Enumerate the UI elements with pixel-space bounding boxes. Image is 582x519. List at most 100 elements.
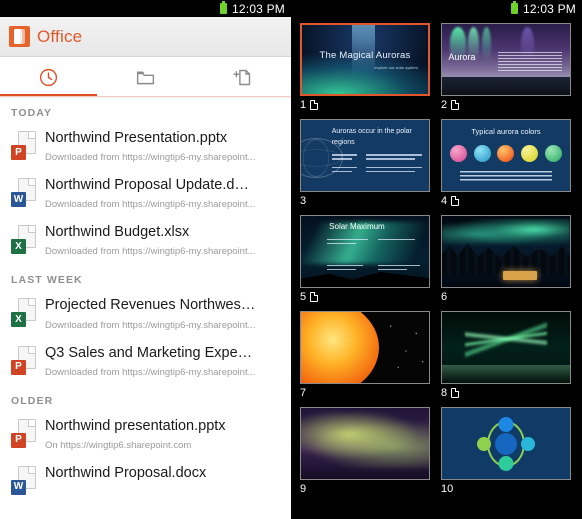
notes-page-icon	[451, 388, 460, 398]
slide-meta: 8	[441, 384, 571, 400]
office-file-list-panel: 12:03 PM Office TODAY P Northwind Presen…	[0, 0, 291, 519]
slide-thumbnail-6[interactable]	[441, 215, 571, 288]
section-header-today: TODAY	[11, 107, 53, 119]
slide-row: 7 8	[291, 311, 582, 400]
slide-meta: 10	[441, 480, 571, 496]
slide-thumbnail-2[interactable]: Aurora	[441, 23, 571, 96]
section-header-older: OLDER	[11, 394, 54, 407]
status-bar-right: 12:03 PM	[291, 0, 582, 17]
slide-row: 9 10	[291, 407, 582, 496]
file-subtitle: Downloaded from https://wingtip6-my.shar…	[45, 319, 256, 331]
notes-page-icon	[310, 292, 319, 302]
slide-meta: 3	[300, 192, 430, 208]
powerpoint-file-icon: P	[11, 418, 36, 448]
slide-cell[interactable]: 7	[300, 311, 430, 400]
file-name: Q3 Sales and Marketing Expe…	[45, 344, 253, 361]
slide-number: 1	[300, 98, 307, 111]
office-logo-icon	[9, 26, 30, 47]
status-bar-clock: 12:03 PM	[523, 1, 576, 16]
slide-sorter-panel: 12:03 PM The Magical Auroras explore our…	[291, 0, 582, 519]
slide-number: 3	[300, 194, 307, 207]
slide-number: 7	[300, 386, 307, 399]
slide-number: 4	[441, 194, 448, 207]
notes-page-icon	[310, 100, 319, 110]
list-item[interactable]: P Northwind presentation.pptx On https:/…	[0, 412, 291, 459]
slide-5-title: Solar Maximum	[329, 222, 385, 232]
word-file-icon: W	[11, 178, 36, 208]
slide-meta: 7	[300, 384, 430, 400]
slide-thumbnail-10[interactable]	[441, 407, 571, 480]
slide-cell[interactable]: Typical aurora colors 4	[441, 119, 571, 208]
slide-cell[interactable]: Aurora 2	[441, 23, 571, 112]
tab-bar	[0, 57, 291, 98]
battery-icon	[220, 1, 228, 14]
list-item[interactable]: P Q3 Sales and Marketing Expe… Downloade…	[0, 339, 291, 386]
folder-icon	[136, 71, 155, 84]
app-screen: 12:03 PM Office TODAY P Northwind Presen…	[0, 0, 582, 519]
slide-grid[interactable]: The Magical Auroras explore our solar sy…	[291, 17, 582, 519]
list-item[interactable]: W Northwind Proposal Update.d… Downloade…	[0, 171, 291, 218]
slide-cell[interactable]: 9	[300, 407, 430, 496]
tab-open[interactable]	[97, 57, 194, 97]
slide-thumbnail-5[interactable]: Solar Maximum	[300, 215, 430, 288]
list-item[interactable]: X Northwind Budget.xlsx Downloaded from …	[0, 218, 291, 265]
slide-cell[interactable]: 10	[441, 407, 571, 496]
slide-number: 8	[441, 386, 448, 399]
slide-number: 9	[300, 482, 307, 495]
new-document-icon	[233, 69, 251, 85]
list-item[interactable]: P Northwind Presentation.pptx Downloaded…	[0, 124, 291, 171]
excel-file-icon: X	[11, 298, 36, 328]
file-name: Northwind Proposal.docx	[45, 464, 207, 481]
excel-file-icon: X	[11, 225, 36, 255]
notes-page-icon	[451, 196, 460, 206]
slide-1-subtitle: explore our solar system	[374, 65, 418, 71]
file-name: Northwind presentation.pptx	[45, 417, 226, 434]
powerpoint-file-icon: P	[11, 131, 36, 160]
file-name: Projected Revenues Northwes…	[45, 297, 256, 314]
slide-row: The Magical Auroras explore our solar sy…	[291, 23, 582, 112]
list-item[interactable]: X Projected Revenues Northwes… Downloade…	[0, 291, 291, 338]
slide-cell[interactable]: 6	[441, 215, 571, 304]
aurora-color-dots	[449, 144, 563, 162]
list-item[interactable]: W Northwind Proposal.docx	[0, 459, 291, 503]
status-bar-clock: 12:03 PM	[232, 1, 285, 16]
slide-meta: 4	[441, 192, 571, 208]
slide-cell[interactable]: Solar Maximum 5	[300, 215, 430, 304]
slide-number: 6	[441, 290, 448, 303]
status-bar-left: 12:03 PM	[0, 0, 291, 17]
slide-number: 2	[441, 98, 448, 111]
slide-3-title: Auroras occur in the polar regions	[331, 128, 412, 146]
file-subtitle: Downloaded from https://wingtip6-my.shar…	[45, 199, 256, 211]
slide-thumbnail-9[interactable]	[300, 407, 430, 480]
tab-new[interactable]	[194, 57, 291, 97]
tab-recent[interactable]	[0, 57, 97, 97]
file-subtitle: Downloaded from https://wingtip6-my.shar…	[45, 246, 256, 258]
slide-thumbnail-1[interactable]: The Magical Auroras explore our solar sy…	[300, 23, 430, 96]
file-name: Northwind Presentation.pptx	[45, 130, 228, 146]
slide-thumbnail-7[interactable]	[300, 311, 430, 384]
slide-cell[interactable]: Auroras occur in the polar regions 3	[300, 119, 430, 208]
slide-cell[interactable]: 8	[441, 311, 571, 400]
notes-page-icon	[451, 100, 460, 110]
slide-thumbnail-3[interactable]: Auroras occur in the polar regions	[300, 119, 430, 192]
section-header-last-week: LAST WEEK	[11, 274, 83, 287]
slide-thumbnail-8[interactable]	[441, 311, 571, 384]
recent-files-list[interactable]: TODAY P Northwind Presentation.pptx Down…	[0, 98, 291, 519]
panel-divider	[291, 0, 292, 519]
file-subtitle: On https://wingtip6.sharepoint.com	[45, 439, 192, 451]
slide-meta: 2	[441, 96, 571, 112]
app-title: Office	[37, 26, 83, 46]
app-bar: Office	[0, 17, 291, 57]
slide-row: Auroras occur in the polar regions 3 Typ…	[291, 119, 582, 208]
slide-meta: 9	[300, 480, 430, 496]
slide-meta: 6	[441, 288, 571, 304]
battery-icon	[511, 1, 519, 14]
cycle-diagram	[477, 416, 535, 471]
clock-icon	[39, 68, 58, 86]
file-subtitle: Downloaded from https://wingtip6-my.shar…	[45, 152, 256, 164]
slide-thumbnail-4[interactable]: Typical aurora colors	[441, 119, 571, 192]
slide-2-title: Aurora	[448, 52, 476, 63]
slide-row: Solar Maximum 5 6	[291, 215, 582, 304]
file-name: Northwind Budget.xlsx	[45, 224, 190, 241]
slide-cell[interactable]: The Magical Auroras explore our solar sy…	[300, 23, 430, 112]
